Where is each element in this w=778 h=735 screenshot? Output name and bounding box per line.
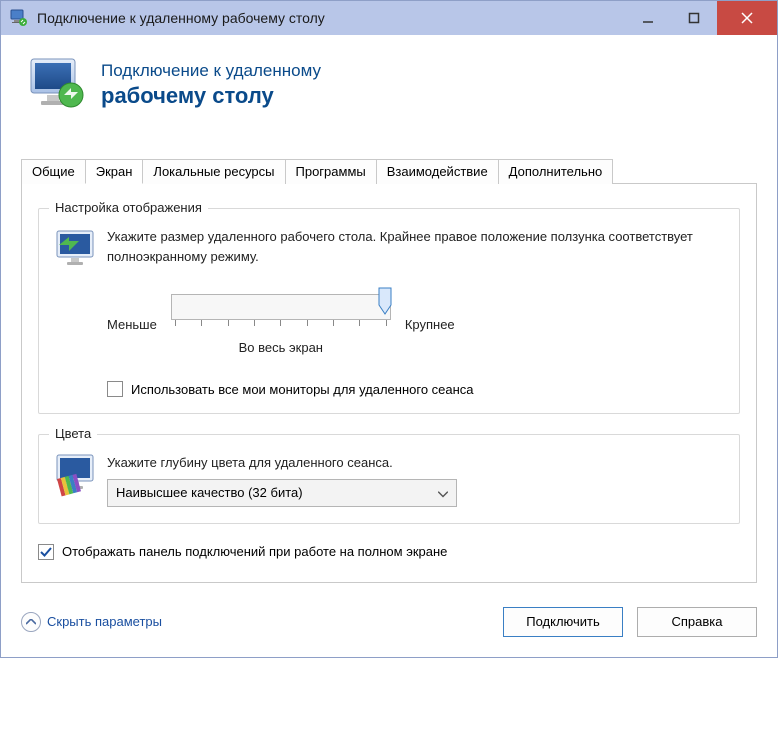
chevron-down-icon bbox=[438, 485, 448, 500]
header-monitor-icon bbox=[25, 53, 89, 117]
slider-larger-label: Крупнее bbox=[405, 317, 455, 332]
slider-fullscreen-label: Во весь экран bbox=[171, 340, 391, 355]
tab-panel-display: Настройка отображения Укажите размер уда… bbox=[21, 183, 757, 583]
display-settings-legend: Настройка отображения bbox=[49, 200, 208, 215]
footer: Скрыть параметры Подключить Справка bbox=[21, 607, 757, 637]
colors-legend: Цвета bbox=[49, 426, 97, 441]
show-connection-bar-checkbox[interactable] bbox=[38, 544, 54, 560]
rdp-window: Подключение к удаленному рабочему столу bbox=[0, 0, 778, 658]
chevron-up-icon bbox=[21, 612, 41, 632]
tab-general[interactable]: Общие bbox=[21, 159, 86, 184]
slider-thumb-icon[interactable] bbox=[378, 287, 392, 315]
tab-local-resources[interactable]: Локальные ресурсы bbox=[142, 159, 285, 184]
window-controls bbox=[625, 1, 777, 35]
resolution-slider-row: Меньше Во весь экран bbox=[107, 294, 725, 355]
header-title: рабочему столу bbox=[101, 82, 321, 111]
header: Подключение к удаленному рабочему столу bbox=[1, 35, 777, 142]
tab-programs[interactable]: Программы bbox=[285, 159, 377, 184]
colors-group: Цвета bbox=[38, 434, 740, 524]
tab-experience[interactable]: Взаимодействие bbox=[376, 159, 499, 184]
hide-options-label: Скрыть параметры bbox=[47, 614, 162, 629]
window-title: Подключение к удаленному рабочему столу bbox=[37, 10, 625, 26]
color-depth-description: Укажите глубину цвета для удаленного сеа… bbox=[107, 453, 725, 473]
header-text: Подключение к удаленному рабочему столу bbox=[101, 60, 321, 111]
maximize-button[interactable] bbox=[671, 1, 717, 35]
tab-advanced[interactable]: Дополнительно bbox=[498, 159, 614, 184]
header-subtitle: Подключение к удаленному bbox=[101, 60, 321, 82]
app-icon bbox=[9, 8, 29, 28]
display-size-description: Укажите размер удаленного рабочего стола… bbox=[107, 227, 725, 266]
tab-strip: Общие Экран Локальные ресурсы Программы … bbox=[21, 159, 757, 184]
resolution-slider[interactable]: Во весь экран bbox=[171, 294, 391, 355]
connect-button[interactable]: Подключить bbox=[503, 607, 623, 637]
dialog-body: Общие Экран Локальные ресурсы Программы … bbox=[1, 142, 777, 657]
help-button[interactable]: Справка bbox=[637, 607, 757, 637]
slider-ticks bbox=[171, 320, 391, 330]
colors-monitor-icon bbox=[53, 453, 107, 507]
use-all-monitors-checkbox[interactable] bbox=[107, 381, 123, 397]
close-button[interactable] bbox=[717, 1, 777, 35]
hide-options-button[interactable]: Скрыть параметры bbox=[21, 612, 162, 632]
slider-smaller-label: Меньше bbox=[107, 317, 157, 332]
show-connection-bar-label: Отображать панель подключений при работе… bbox=[62, 544, 447, 559]
minimize-button[interactable] bbox=[625, 1, 671, 35]
color-depth-value: Наивысшее качество (32 бита) bbox=[116, 485, 303, 500]
titlebar: Подключение к удаленному рабочему столу bbox=[1, 1, 777, 35]
show-connection-bar-row[interactable]: Отображать панель подключений при работе… bbox=[38, 544, 740, 560]
display-settings-group: Настройка отображения Укажите размер уда… bbox=[38, 208, 740, 414]
tab-display[interactable]: Экран bbox=[85, 159, 144, 184]
use-all-monitors-label: Использовать все мои мониторы для удален… bbox=[131, 382, 474, 397]
color-depth-select[interactable]: Наивысшее качество (32 бита) bbox=[107, 479, 457, 507]
display-monitor-icon bbox=[53, 227, 107, 397]
use-all-monitors-row[interactable]: Использовать все мои мониторы для удален… bbox=[107, 381, 725, 397]
